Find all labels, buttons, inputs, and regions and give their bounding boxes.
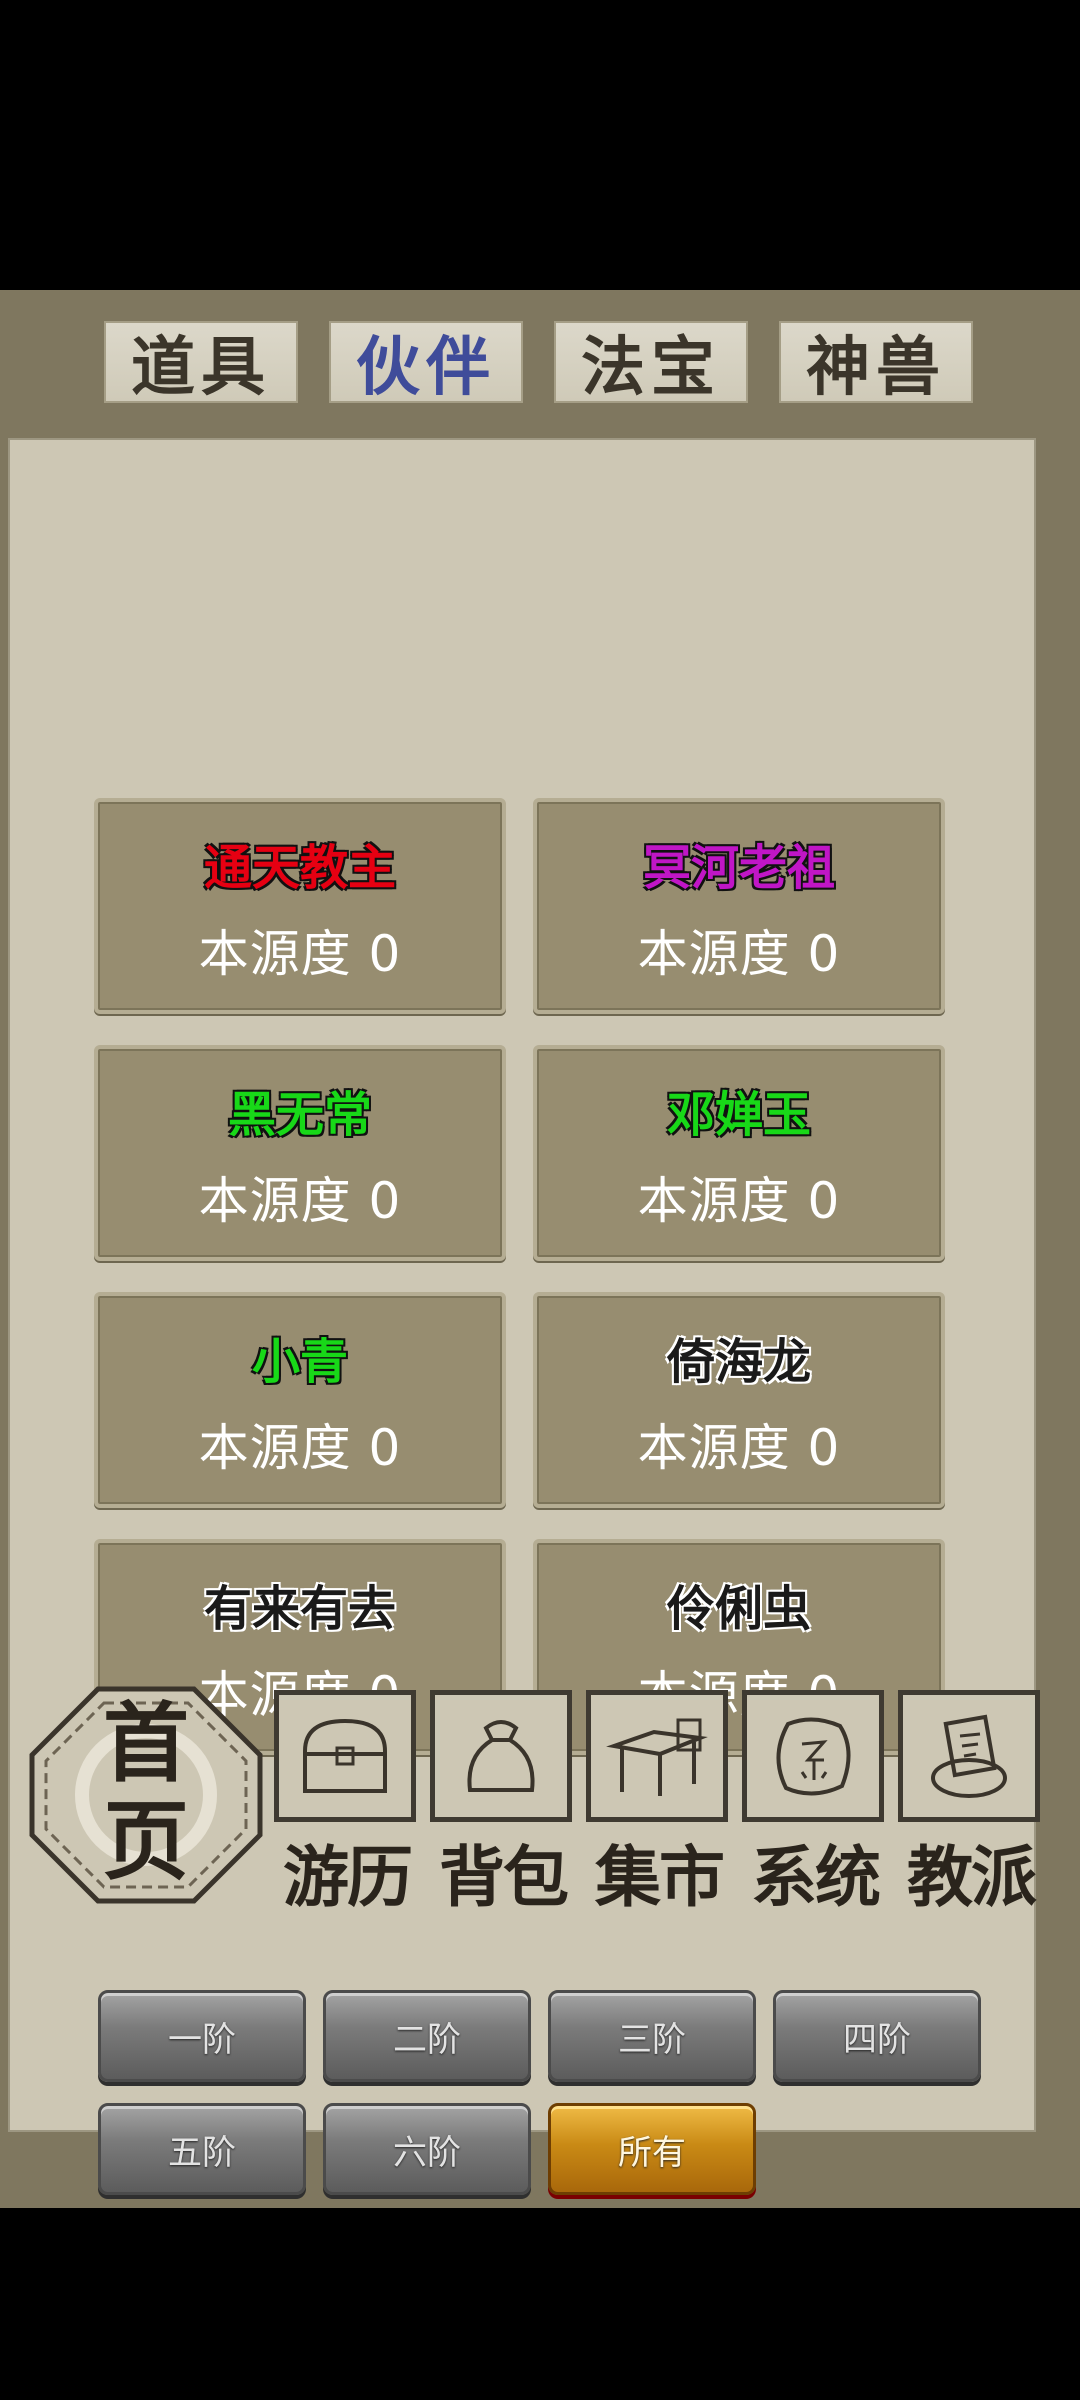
nav-sect-label: 教派 [907,1838,1037,1916]
chest-icon [303,1718,387,1793]
rank-filter-button-6[interactable]: 六阶 [323,2103,531,2195]
game-frame: 道具 伙伴 法宝 神兽 通天教主 本源度 0 冥河老祖 本源度 0 黑无常 本源… [0,290,1080,2208]
rank-filter-button-1[interactable]: 一阶 [98,1990,306,2082]
rank-filter-button-2[interactable]: 二阶 [323,1990,531,2082]
companion-stat: 本源度 0 [637,1172,841,1230]
companion-stat: 本源度 0 [637,1419,841,1477]
rank-filter-button-5[interactable]: 五阶 [98,2103,306,2195]
companion-card[interactable]: 邓婵玉 本源度 0 [533,1045,945,1261]
companion-name: 倚海龙 [666,1334,811,1390]
companion-name: 有来有去 [203,1581,396,1637]
sect-scroll-icon [931,1714,1007,1798]
companion-name: 伶俐虫 [666,1581,811,1637]
nav-system-button[interactable]: 系统 [742,1690,888,1916]
companion-name: 冥河老祖 [642,840,835,896]
nav-bag-label: 背包 [439,1838,569,1916]
companion-card[interactable]: 冥河老祖 本源度 0 [533,798,945,1014]
companion-card[interactable]: 小青 本源度 0 [94,1292,506,1508]
rank-filter-button-all[interactable]: 所有 [548,2103,756,2195]
companion-name: 小青 [251,1334,348,1390]
companion-card[interactable]: 通天教主 本源度 0 [94,798,506,1014]
rank-filter-button-4[interactable]: 四阶 [773,1990,981,2082]
tab-beasts[interactable]: 神兽 [779,321,973,405]
nav-sect-button[interactable]: 教派 [898,1690,1044,1916]
companion-stat: 本源度 0 [637,925,841,983]
companion-stat: 本源度 0 [198,1419,402,1477]
nav-system-label: 系统 [751,1838,881,1916]
companion-card[interactable]: 倚海龙 本源度 0 [533,1292,945,1508]
companion-stat: 本源度 0 [198,925,402,983]
companion-card[interactable]: 黑无常 本源度 0 [94,1045,506,1261]
category-tabs: 道具 伙伴 法宝 神兽 [0,321,1080,405]
nav-market-label: 集市 [595,1838,725,1916]
companion-name: 通天教主 [203,840,396,896]
nav-travel-label: 游历 [283,1838,413,1916]
bag-icon [467,1720,535,1792]
companion-name: 黑无常 [227,1087,372,1143]
market-stall-icon [606,1718,708,1796]
tab-treasures[interactable]: 法宝 [554,321,748,405]
nav-market-button[interactable]: 集市 [586,1690,732,1916]
rank-filter-button-3[interactable]: 三阶 [548,1990,756,2082]
companion-name: 邓婵玉 [666,1087,811,1143]
nav-home-label: 首页 [103,1693,189,1892]
companion-stat: 本源度 0 [198,1172,402,1230]
tab-items[interactable]: 道具 [104,321,298,405]
tab-companions[interactable]: 伙伴 [329,321,523,405]
nav-travel-button[interactable]: 游历 [274,1690,420,1916]
nav-home-button[interactable]: 首页 [28,1685,264,1905]
nav-bag-button[interactable]: 背包 [430,1690,576,1916]
system-seal-icon [776,1717,851,1796]
